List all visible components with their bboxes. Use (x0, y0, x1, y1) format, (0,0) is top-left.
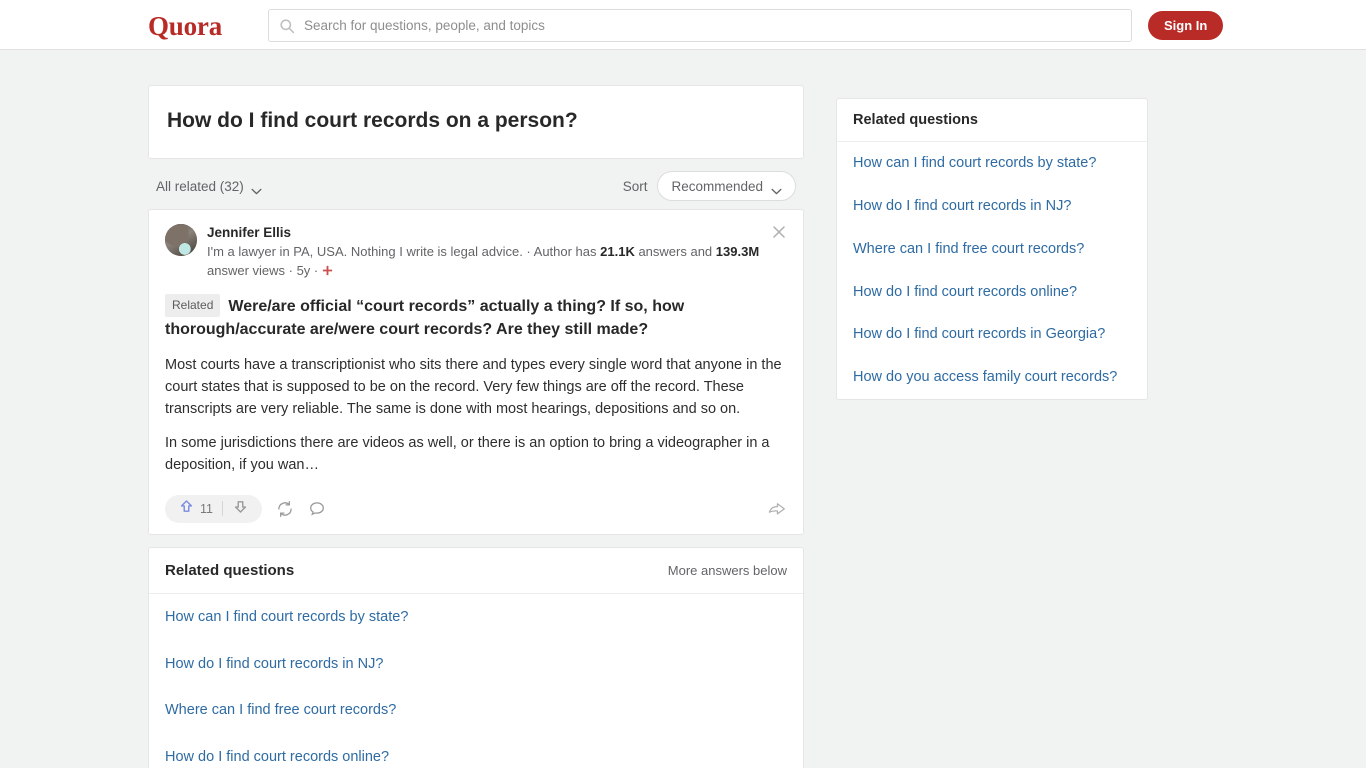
answer-question-text: Were/are official “court records” actual… (165, 298, 685, 338)
author-meta: Jennifer Ellis I'm a lawyer in PA, USA. … (207, 224, 787, 282)
quora-logo[interactable]: Quora (148, 11, 222, 42)
sort-label: Sort (622, 178, 648, 194)
close-icon[interactable] (771, 224, 787, 240)
downvote-button[interactable] (223, 495, 258, 523)
sidebar-question-link[interactable]: Where can I find free court records? (837, 228, 1147, 271)
answer-actions: 11 (165, 492, 787, 526)
chevron-down-icon (251, 183, 262, 195)
search-input[interactable] (304, 18, 1121, 33)
credential-mid: answers and (634, 244, 716, 260)
all-related-label: All related (32) (156, 178, 244, 194)
search-icon (279, 18, 295, 34)
answer-paragraph: In some jurisdictions there are videos a… (165, 434, 770, 473)
related-questions-title: Related questions (165, 561, 295, 579)
sign-in-button[interactable]: Sign In (1148, 11, 1224, 40)
chevron-down-icon (771, 183, 782, 195)
sidebar-question-link[interactable]: How can I find court records by state? (837, 142, 1147, 185)
all-related-dropdown[interactable]: All related (32) (156, 178, 262, 195)
author-row: Jennifer Ellis I'm a lawyer in PA, USA. … (165, 224, 787, 282)
upvote-button[interactable]: 11 (169, 495, 222, 523)
sidebar-question-link[interactable]: How do you access family court records? (837, 356, 1147, 399)
related-question-link[interactable]: How do I find court records online? (149, 734, 803, 768)
page-title: How do I find court records on a person? (167, 109, 578, 132)
related-question-link[interactable]: How can I find court records by state? (149, 594, 803, 641)
sidebar-question-link[interactable]: How do I find court records in NJ? (837, 185, 1147, 228)
share-button[interactable] (767, 500, 787, 518)
credential-suffix: answer views · 5y · (207, 263, 322, 279)
upvote-icon (178, 498, 195, 520)
more-answers-below-label[interactable]: More answers below (668, 563, 787, 578)
sidebar-title: Related questions (837, 99, 1147, 142)
repost-button[interactable] (276, 500, 294, 518)
related-question-link[interactable]: How do I find court records in NJ? (149, 641, 803, 688)
sidebar-question-link[interactable]: How do I find court records online? (837, 271, 1147, 314)
upvote-count: 11 (200, 501, 213, 516)
related-questions-card: Related questions More answers below How… (148, 546, 804, 768)
answers-count: 21.1K (600, 244, 635, 260)
vote-pill: 11 (165, 494, 262, 523)
question-title-card: How do I find court records on a person? (148, 85, 804, 160)
filter-bar: All related (32) Sort Recommended (148, 163, 804, 209)
top-header: Quora Sign In (0, 0, 1366, 50)
answer-actions-left: 11 (165, 494, 326, 523)
answer-body: Most courts have a transcriptionist who … (165, 354, 787, 476)
sort-control: Sort Recommended (622, 171, 796, 202)
answer-paragraph: Most courts have a transcriptionist who … (165, 356, 782, 417)
sidebar: Related questions How can I find court r… (836, 98, 1148, 401)
comment-button[interactable] (308, 500, 326, 518)
related-questions-header: Related questions More answers below (149, 548, 803, 594)
related-badge: Related (165, 294, 221, 318)
sort-dropdown[interactable]: Recommended (657, 171, 796, 202)
answer-question-title[interactable]: Related Were/are official “court records”… (165, 294, 787, 341)
downvote-icon (232, 498, 249, 520)
avatar[interactable] (165, 224, 197, 257)
related-question-link[interactable]: Where can I find free court records? (149, 687, 803, 734)
views-count: 139.3M (715, 244, 760, 260)
author-name[interactable]: Jennifer Ellis (207, 224, 787, 242)
sidebar-question-link[interactable]: How do I find court records in Georgia? (837, 313, 1147, 356)
main-column: How do I find court records on a person?… (148, 85, 804, 768)
sidebar-related-questions-card: Related questions How can I find court r… (836, 98, 1148, 401)
credential-prefix: I'm a lawyer in PA, USA. Nothing I write… (207, 244, 601, 260)
answer-card: Jennifer Ellis I'm a lawyer in PA, USA. … (148, 209, 804, 535)
sort-value: Recommended (671, 178, 763, 194)
plus-icon (322, 263, 333, 282)
page-body: How do I find court records on a person?… (0, 50, 1366, 768)
author-credential: I'm a lawyer in PA, USA. Nothing I write… (207, 243, 787, 282)
search-box[interactable] (268, 9, 1132, 42)
